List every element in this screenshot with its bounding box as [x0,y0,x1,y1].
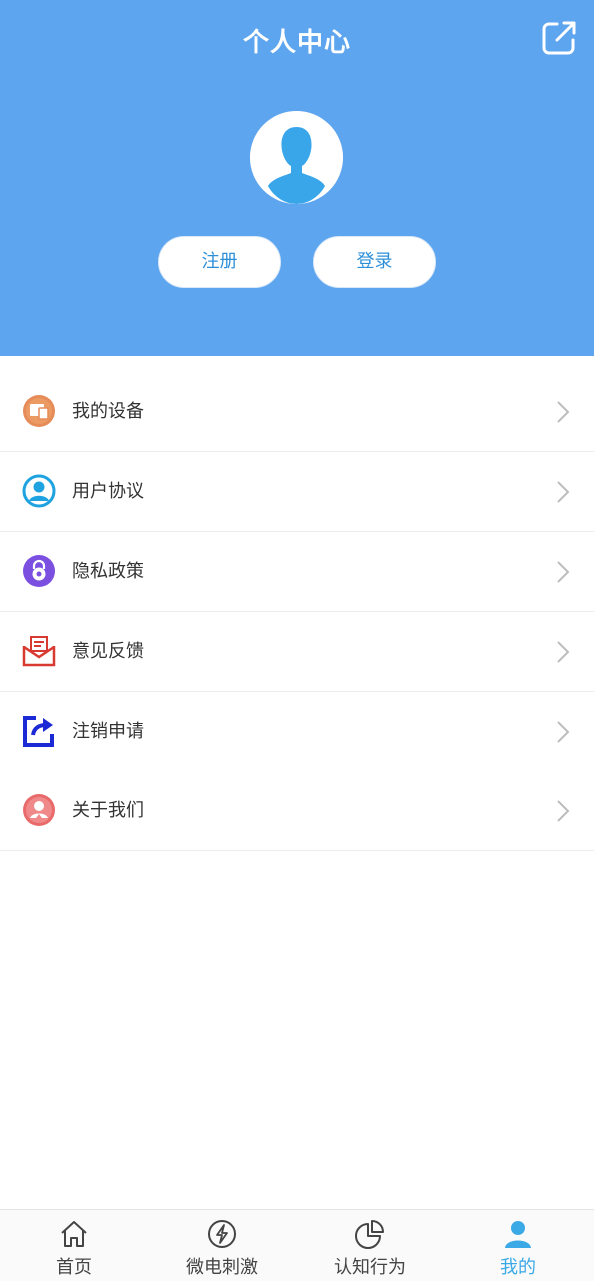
menu-item-about-us[interactable]: 关于我们 [0,771,594,851]
menu-list: 我的设备 用户协议 隐私政策 意见反馈 注销申请 关于我们 [0,372,594,851]
chevron-right-icon [552,558,574,586]
profile-header: 个人中心 注册 登录 [0,0,594,356]
menu-item-feedback[interactable]: 意见反馈 [0,612,594,692]
chevron-right-icon [552,638,574,666]
menu-item-label: 用户协议 [72,481,144,502]
tab-label: 认知行为 [334,1257,406,1278]
chevron-right-icon [552,398,574,426]
lightning-icon [206,1218,238,1250]
menu-item-label: 注销申请 [72,721,144,742]
login-button[interactable]: 登录 [313,236,436,288]
menu-item-privacy-policy[interactable]: 隐私政策 [0,532,594,612]
menu-item-label: 关于我们 [72,800,144,821]
tab-cognitive-behavior[interactable]: 认知行为 [296,1210,444,1281]
menu-item-label: 我的设备 [72,401,144,422]
share-icon[interactable] [540,19,578,57]
about-us-icon [22,793,56,827]
tab-label: 首页 [56,1257,92,1278]
tab-electrical-stimulation[interactable]: 微电刺激 [148,1210,296,1281]
person-icon [502,1218,534,1250]
device-icon [22,394,56,428]
menu-item-cancel-request[interactable]: 注销申请 [0,692,594,771]
pie-chart-icon [354,1218,386,1250]
tab-home[interactable]: 首页 [0,1210,148,1281]
chevron-right-icon [552,797,574,825]
tab-mine[interactable]: 我的 [444,1210,592,1281]
user-agreement-icon [22,474,56,508]
page-title: 个人中心 [242,28,351,58]
privacy-lock-icon [22,554,56,588]
cancel-request-icon [22,714,56,748]
menu-item-user-agreement[interactable]: 用户协议 [0,452,594,532]
chevron-right-icon [552,718,574,746]
menu-item-label: 意见反馈 [72,641,144,662]
feedback-envelope-icon [22,634,56,668]
menu-item-label: 隐私政策 [72,561,144,582]
home-icon [58,1218,90,1250]
register-button[interactable]: 注册 [158,236,281,288]
menu-item-my-device[interactable]: 我的设备 [0,372,594,452]
bottom-tab-bar: 首页 微电刺激 认知行为 我的 [0,1209,594,1281]
tab-label: 微电刺激 [186,1257,258,1278]
avatar[interactable] [250,111,343,204]
chevron-right-icon [552,478,574,506]
tab-label: 我的 [500,1257,536,1278]
